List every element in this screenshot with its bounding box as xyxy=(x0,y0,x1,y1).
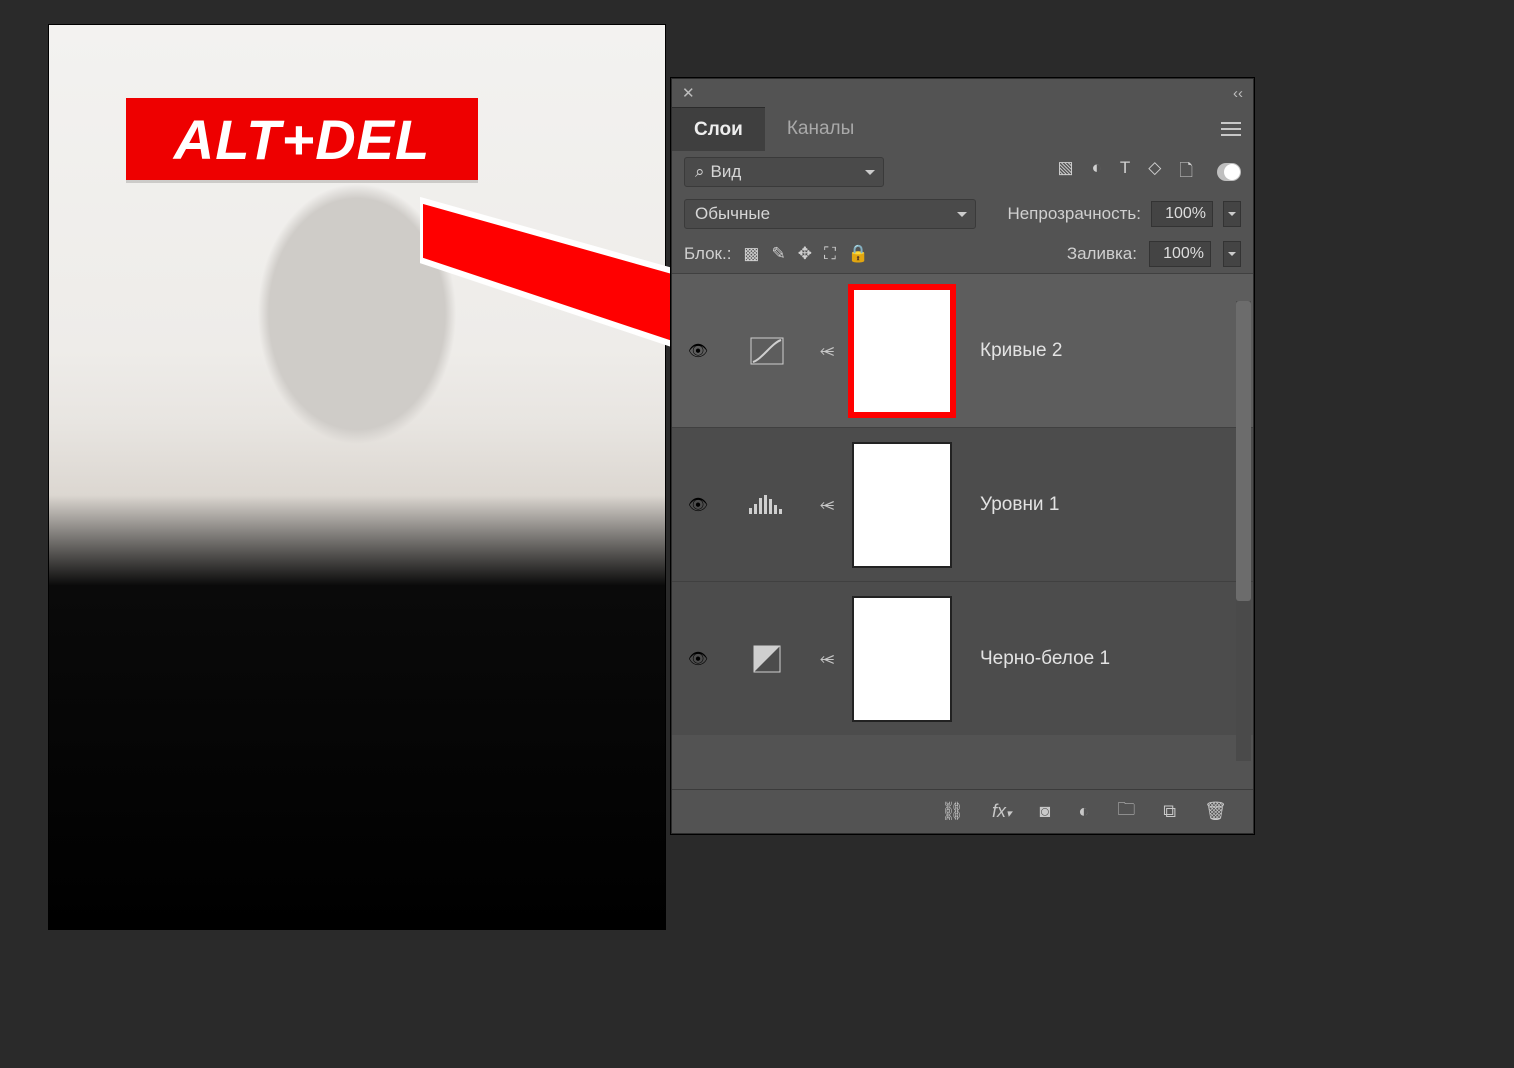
curves-icon[interactable] xyxy=(750,337,784,365)
scroll-thumb[interactable] xyxy=(1236,301,1251,601)
lock-label: Блок.: xyxy=(684,244,731,264)
trash-icon[interactable]: 🗑 xyxy=(1204,801,1227,822)
panel-tabs: Слои Каналы xyxy=(672,107,1253,151)
fill-value[interactable]: 100% xyxy=(1149,241,1211,267)
layer-row[interactable]: 👁 ⥷ Уровни 1 xyxy=(672,427,1253,581)
layer-mask-thumbnail[interactable] xyxy=(852,442,952,568)
layers-panel: ✕ ‹‹ Слои Каналы ⌕ Вид ▧ ◐ T ◇ 🗋 Обычные… xyxy=(671,78,1254,834)
mask-link-icon[interactable]: ⥷ xyxy=(820,340,835,361)
all-lock-icon[interactable]: 🔒 xyxy=(848,244,869,264)
layer-row[interactable]: 👁 ⥷ Черно-белое 1 xyxy=(672,581,1253,735)
layer-scrollbar[interactable] xyxy=(1236,301,1251,761)
layer-name[interactable]: Кривые 2 xyxy=(960,340,1253,362)
layer-name[interactable]: Уровни 1 xyxy=(960,494,1253,516)
smart-filter-icon[interactable]: 🗋 xyxy=(1179,158,1193,187)
type-filter-icon[interactable]: T xyxy=(1120,158,1130,187)
mask-link-icon[interactable]: ⥷ xyxy=(820,648,835,669)
visibility-icon[interactable]: 👁 xyxy=(688,495,708,515)
visibility-icon[interactable]: 👁 xyxy=(688,341,708,361)
shortcut-badge: ALT+DEL xyxy=(126,98,478,180)
layer-list: 👁 ⥷ Кривые 2 👁 ⥷ Уровни 1 � xyxy=(672,273,1253,735)
move-lock-icon[interactable]: ✥ xyxy=(798,244,812,264)
search-icon: ⌕ xyxy=(695,162,705,182)
black-white-icon[interactable] xyxy=(753,645,781,673)
shape-filter-icon[interactable]: ◇ xyxy=(1148,158,1161,187)
filter-toggle[interactable] xyxy=(1217,163,1241,181)
pixel-filter-icon[interactable]: ▧ xyxy=(1058,158,1074,187)
link-layers-icon[interactable]: ⛓ xyxy=(941,801,964,822)
opacity-value[interactable]: 100% xyxy=(1151,201,1213,227)
tab-channels[interactable]: Каналы xyxy=(765,107,876,151)
layer-kind-value: Вид xyxy=(711,162,742,182)
tab-layers[interactable]: Слои xyxy=(672,107,765,151)
opacity-caret[interactable] xyxy=(1223,201,1241,227)
artboard-lock-icon[interactable]: ⛶ xyxy=(824,244,836,264)
hamburger-icon xyxy=(1221,122,1241,136)
fill-caret[interactable] xyxy=(1223,241,1241,267)
layer-name[interactable]: Черно-белое 1 xyxy=(960,648,1253,670)
layer-filter-icons: ▧ ◐ T ◇ 🗋 xyxy=(1058,158,1193,187)
layer-fx-icon[interactable]: fx▾ xyxy=(992,801,1012,822)
panel-menu-button[interactable] xyxy=(1209,107,1253,151)
opacity-label: Непрозрачность: xyxy=(1007,204,1141,224)
blend-mode-value: Обычные xyxy=(695,204,770,224)
fill-label: Заливка: xyxy=(1067,244,1137,264)
blend-mode-dropdown[interactable]: Обычные xyxy=(684,199,976,229)
layer-row[interactable]: 👁 ⥷ Кривые 2 xyxy=(672,273,1253,427)
layers-footer: ⛓ fx▾ ◙ ◐ 🗀 ⧉ 🗑 xyxy=(672,789,1253,833)
new-adjustment-icon[interactable]: ◐ xyxy=(1078,801,1089,822)
panel-top-bar: ✕ ‹‹ xyxy=(672,79,1253,107)
close-icon[interactable]: ✕ xyxy=(682,84,695,102)
new-group-icon[interactable]: 🗀 xyxy=(1117,797,1135,827)
add-mask-icon[interactable]: ◙ xyxy=(1040,801,1051,822)
layer-kind-dropdown[interactable]: ⌕ Вид xyxy=(684,157,884,187)
layer-mask-thumbnail[interactable] xyxy=(852,288,952,414)
visibility-icon[interactable]: 👁 xyxy=(688,649,708,669)
mask-link-icon[interactable]: ⥷ xyxy=(820,494,835,515)
brush-lock-icon[interactable]: ✎ xyxy=(771,244,785,264)
transparency-lock-icon[interactable]: ▩ xyxy=(743,244,759,264)
layer-mask-thumbnail[interactable] xyxy=(852,596,952,722)
levels-icon[interactable] xyxy=(747,494,787,516)
collapse-icon[interactable]: ‹‹ xyxy=(1233,85,1243,102)
new-layer-icon[interactable]: ⧉ xyxy=(1163,801,1176,822)
adjustment-filter-icon[interactable]: ◐ xyxy=(1092,158,1102,187)
